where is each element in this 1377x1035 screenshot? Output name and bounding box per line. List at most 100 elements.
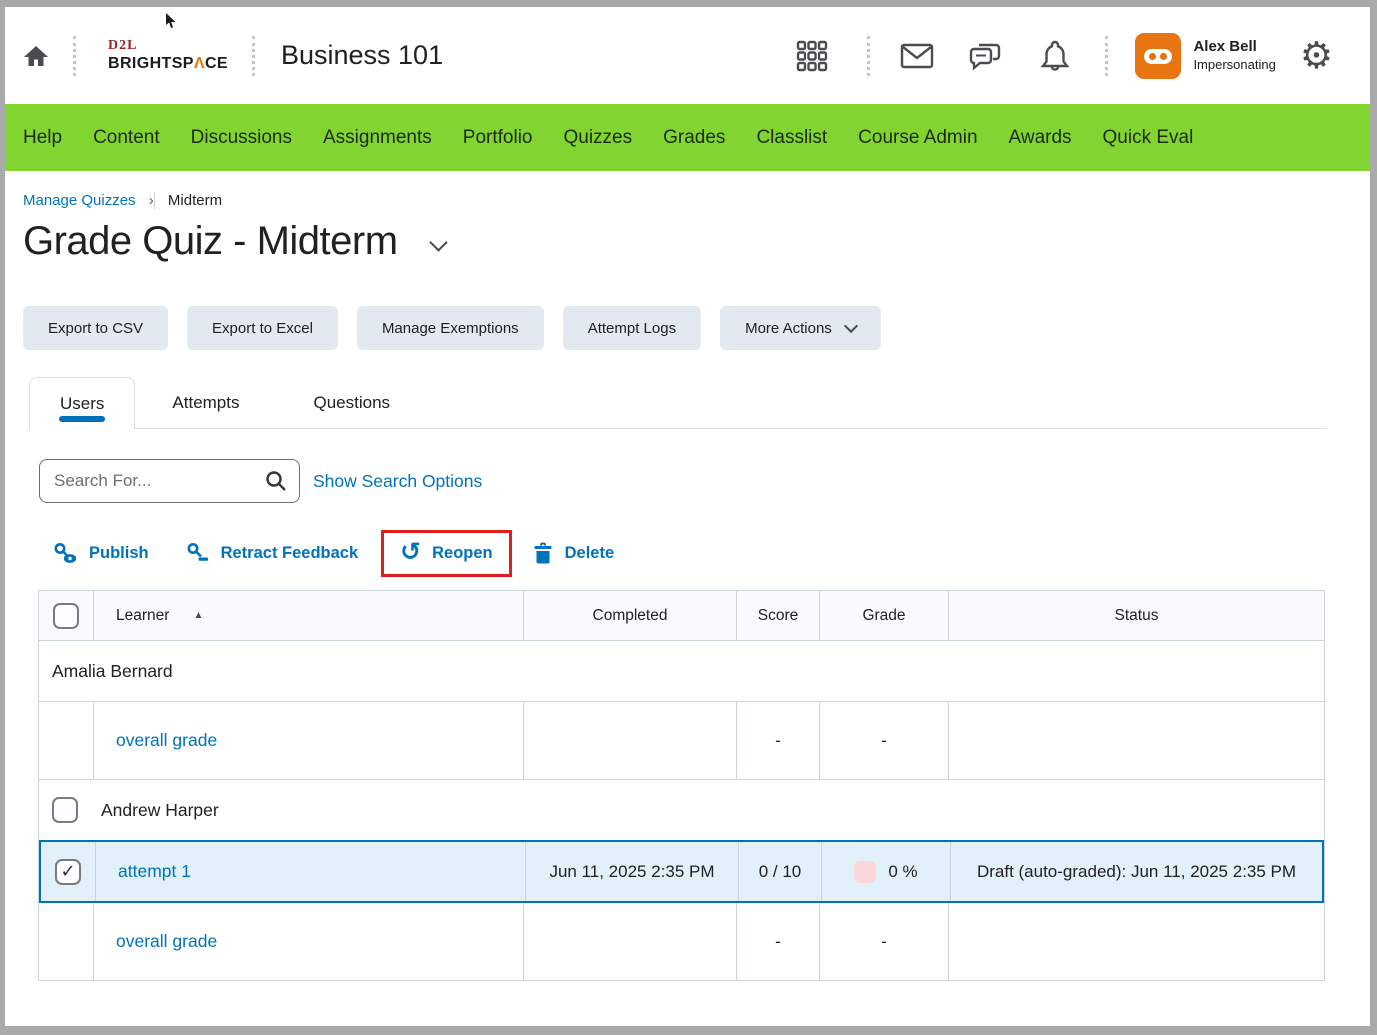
undo-icon: ↺ (400, 542, 421, 562)
nav-item-awards[interactable]: Awards (1009, 127, 1072, 149)
delete-button[interactable]: Delete (532, 542, 615, 565)
sort-asc-icon[interactable]: ▲ (193, 610, 203, 621)
header-label: Completed (593, 607, 668, 625)
score-cell: - (737, 903, 820, 980)
nav-item-grades[interactable]: Grades (663, 127, 725, 149)
retract-feedback-button[interactable]: Retract Feedback (186, 541, 359, 565)
checkbox-cell (39, 903, 94, 980)
waffle-icon[interactable] (795, 39, 829, 73)
attempt-row-overall-grade: overall grade - - (39, 702, 1324, 780)
show-search-options-link[interactable]: Show Search Options (313, 471, 482, 492)
header-cell-completed[interactable]: Completed (524, 591, 737, 640)
search-input[interactable] (39, 459, 300, 503)
header-label: Status (1115, 607, 1159, 625)
nav-item-quick-eval[interactable]: Quick Eval (1103, 127, 1194, 149)
search-icon[interactable] (264, 469, 288, 493)
brightspace-logo-text: BRIGHTSPΛCE (108, 56, 228, 72)
course-title: Business 101 (281, 40, 443, 71)
learner-cell: attempt 1 (96, 842, 526, 901)
grade-status-dot (854, 861, 876, 883)
nav-item-portfolio[interactable]: Portfolio (463, 127, 533, 149)
d2l-logo-text: D2L (108, 39, 228, 53)
mask-icon[interactable] (1135, 33, 1181, 79)
nav-item-course-admin[interactable]: Course Admin (858, 127, 977, 149)
tab-questions[interactable]: Questions (277, 377, 428, 428)
brightspace-logo[interactable]: D2L BRIGHTSPΛCE (108, 39, 228, 72)
nav-item-content[interactable]: Content (93, 127, 160, 149)
key-eye-icon (53, 541, 78, 565)
status-cell (949, 903, 1324, 980)
grade-cell: - (820, 903, 949, 980)
grade-value: 0 % (888, 862, 917, 882)
bell-icon[interactable] (1039, 39, 1071, 73)
learner-row-amalia-bernard: Amalia Bernard (39, 641, 1324, 702)
top-header: D2L BRIGHTSPΛCE Business 101 (5, 7, 1370, 104)
checkbox-cell (41, 842, 96, 901)
breadcrumb-manage-quizzes[interactable]: Manage Quizzes (23, 192, 136, 209)
search-row: Show Search Options (39, 459, 1370, 503)
more-actions-label: More Actions (745, 320, 832, 337)
header-checkbox-cell (39, 591, 94, 640)
header-cell-status[interactable]: Status (949, 591, 1324, 640)
course-navbar: Help Content Discussions Assignments Portfol… (5, 104, 1370, 171)
nav-item-assignments[interactable]: Assignments (323, 127, 432, 149)
header-divider (252, 36, 255, 76)
tab-label: Users (60, 394, 104, 414)
nav-item-quizzes[interactable]: Quizzes (563, 127, 632, 149)
attempt-logs-button[interactable]: Attempt Logs (563, 306, 701, 350)
chevron-down-icon[interactable] (429, 233, 447, 251)
nav-item-discussions[interactable]: Discussions (191, 127, 292, 149)
overall-grade-link[interactable]: overall grade (116, 931, 217, 952)
export-to-excel-button[interactable]: Export to Excel (187, 306, 338, 350)
header-cell-grade[interactable]: Grade (820, 591, 949, 640)
tabs-strip: Users Attempts Questions (29, 377, 1327, 429)
completed-cell (524, 903, 737, 980)
header-label: Score (758, 607, 799, 625)
learner-name: Amalia Bernard (52, 661, 173, 682)
nav-item-classlist[interactable]: Classlist (756, 127, 827, 149)
browser-window: D2L BRIGHTSPΛCE Business 101 (0, 0, 1377, 1035)
learner-row-andrew-harper: Andrew Harper (39, 780, 1324, 841)
chevron-down-icon (844, 319, 858, 333)
gear-icon[interactable]: ⚙ (1300, 37, 1333, 74)
user-block[interactable]: Alex Bell Impersonating (1193, 38, 1275, 73)
mail-icon[interactable] (900, 43, 934, 69)
grade-table: Learner ▲ Completed Score Grade Status Amalia… (38, 590, 1325, 981)
bulk-actions-row: Publish Retract Feedback ↺ Reopen Delete (53, 525, 1370, 581)
manage-exemptions-button[interactable]: Manage Exemptions (357, 306, 544, 350)
learner-name: Andrew Harper (101, 800, 219, 821)
export-to-csv-button[interactable]: Export to CSV (23, 306, 168, 350)
status-cell (949, 702, 1324, 779)
reopen-button[interactable]: ↺ Reopen (400, 544, 492, 563)
grade-value: - (881, 731, 887, 751)
tab-users[interactable]: Users (29, 377, 135, 429)
attempt-1-link[interactable]: attempt 1 (118, 861, 191, 882)
breadcrumb-separator: › (149, 192, 155, 209)
user-status: Impersonating (1193, 57, 1275, 73)
active-tab-underline (59, 416, 105, 422)
nav-item-help[interactable]: Help (23, 127, 62, 149)
status-cell: Draft (auto-graded): Jun 11, 2025 2:35 P… (951, 842, 1322, 901)
completed-cell (524, 702, 737, 779)
publish-button[interactable]: Publish (53, 541, 149, 565)
tab-attempts[interactable]: Attempts (135, 377, 276, 428)
more-actions-button[interactable]: More Actions (720, 306, 881, 350)
breadcrumb-current: Midterm (168, 192, 222, 209)
chat-icon[interactable] (967, 39, 1003, 73)
overall-grade-link[interactable]: overall grade (116, 730, 217, 751)
score-cell: - (737, 702, 820, 779)
learner-cell: overall grade (94, 903, 524, 980)
row-checkbox[interactable] (55, 859, 81, 885)
header-label: Learner (116, 607, 169, 625)
tab-label: Questions (314, 393, 391, 413)
grade-value: - (881, 932, 887, 952)
select-all-checkbox[interactable] (53, 603, 79, 629)
header-cell-learner[interactable]: Learner ▲ (94, 591, 524, 640)
home-icon[interactable] (23, 44, 49, 68)
row-checkbox[interactable] (52, 797, 78, 823)
breadcrumb: Manage Quizzes › Midterm (23, 192, 1370, 209)
reopen-highlight-box: ↺ Reopen (381, 530, 511, 577)
header-cell-score[interactable]: Score (737, 591, 820, 640)
table-body: Amalia Bernard overall grade - - Andrew Harp… (39, 641, 1324, 981)
attempt-row-attempt-1: attempt 1Jun 11, 2025 2:35 PM0 / 100 %Dr… (39, 840, 1324, 903)
